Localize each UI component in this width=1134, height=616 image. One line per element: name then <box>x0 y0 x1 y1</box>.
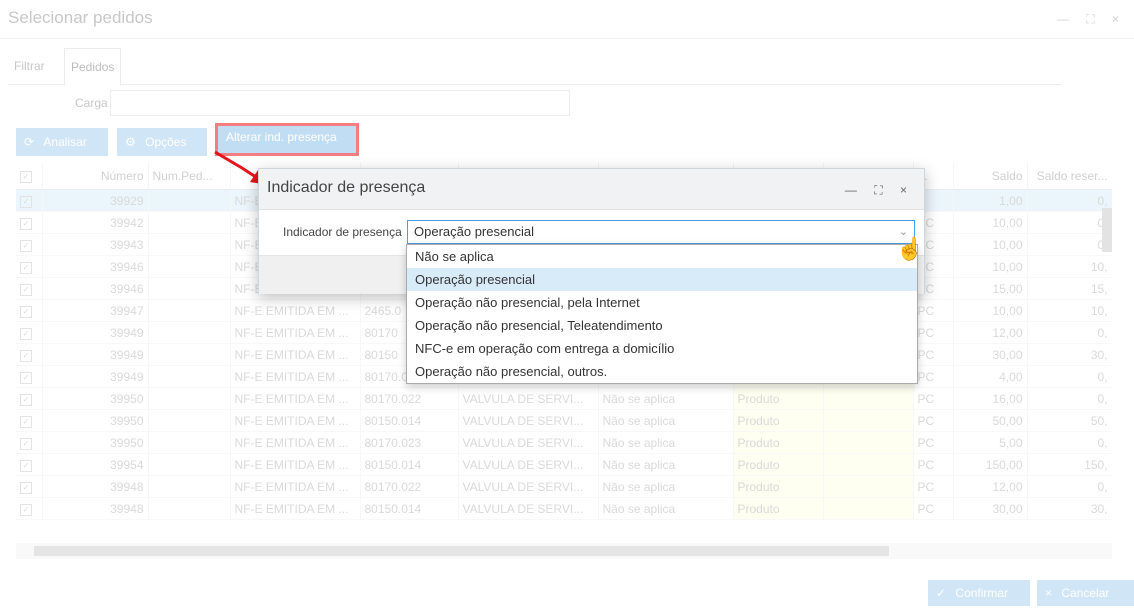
option-nfce-entrega-domicilio[interactable]: NFC-e em operação com entrega a domicíli… <box>407 337 917 360</box>
selected-value: Operação presencial <box>414 224 534 239</box>
dialog-controls[interactable]: — ⛶ × <box>845 183 914 198</box>
option-nao-presencial-internet[interactable]: Operação não presencial, pela Internet <box>407 291 917 314</box>
option-operacao-presencial[interactable]: Operação presencial <box>407 268 917 291</box>
option-nao-presencial-teleatendimento[interactable]: Operação não presencial, Teleatendimento <box>407 314 917 337</box>
indicador-presenca-dropdown: Não se aplica Operação presencial Operaç… <box>406 244 918 384</box>
option-nao-se-aplica[interactable]: Não se aplica <box>407 245 917 268</box>
hand-cursor-icon: ☝ <box>896 236 924 261</box>
option-nao-presencial-outros[interactable]: Operação não presencial, outros. <box>407 360 917 383</box>
dialog-title: Indicador de presença <box>267 179 426 196</box>
indicador-presenca-select[interactable]: Operação presencial ⌄ <box>407 220 915 244</box>
indicador-presenca-label: Indicador de presença <box>283 225 402 239</box>
